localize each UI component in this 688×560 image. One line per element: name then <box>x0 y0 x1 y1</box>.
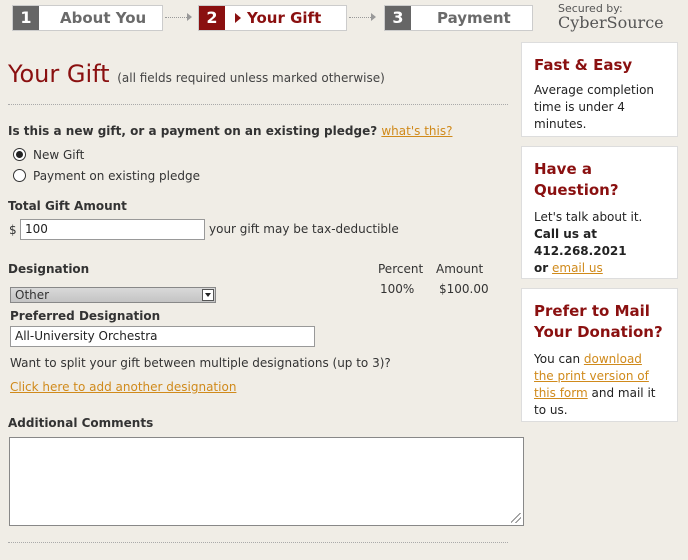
step-connector-arrow <box>371 13 376 21</box>
new-gift-radio[interactable] <box>13 148 26 161</box>
step-number: 2 <box>199 6 225 30</box>
mail-text-pre: You can <box>534 352 581 366</box>
step-label: Your Gift <box>247 9 322 27</box>
step-payment[interactable]: 3 Payment <box>384 5 533 31</box>
step-number: 1 <box>13 6 39 30</box>
call-us-text: Call us at 412.268.2021 <box>534 226 665 260</box>
gift-amount-label: Total Gift Amount <box>8 199 127 213</box>
whats-this-link[interactable]: what's this? <box>381 124 452 138</box>
fast-easy-box: Fast & Easy Average completion time is u… <box>521 42 678 137</box>
divider <box>8 104 508 105</box>
question-box: Have a Question? Let's talk about it. Ca… <box>521 146 678 279</box>
gift-type-question-text: Is this a new gift, or a payment on an e… <box>8 124 378 138</box>
add-designation-link[interactable]: Click here to add another designation <box>10 380 236 394</box>
step-label: Payment <box>437 9 511 27</box>
divider <box>8 542 508 543</box>
preferred-designation-input[interactable]: All-University Orchestra <box>10 326 315 347</box>
split-question: Want to split your gift between multiple… <box>10 356 391 370</box>
step-connector <box>165 17 187 18</box>
gift-type-question: Is this a new gift, or a payment on an e… <box>8 124 452 138</box>
designation-label: Designation <box>8 262 90 276</box>
required-note: (all fields required unless marked other… <box>117 71 385 85</box>
mail-donation-title: Prefer to Mail Your Donation? <box>534 302 663 341</box>
email-us-link[interactable]: email us <box>552 261 603 275</box>
mail-donation-box: Prefer to Mail Your Donation? You can do… <box>521 288 678 422</box>
resize-handle-icon[interactable] <box>511 513 521 523</box>
comments-label: Additional Comments <box>8 416 154 430</box>
new-gift-label: New Gift <box>33 148 85 162</box>
comments-textarea[interactable] <box>9 437 524 526</box>
chevron-down-icon[interactable] <box>202 289 214 301</box>
fast-easy-title: Fast & Easy <box>534 56 633 74</box>
question-title: Have a Question? <box>534 160 619 199</box>
step-connector-arrow <box>187 13 192 21</box>
cybersource-logo: CyberSource <box>558 13 664 32</box>
tax-deductible-note: your gift may be tax-deductible <box>209 222 399 236</box>
email-line: or email us <box>534 260 665 277</box>
step-label: About You <box>60 9 147 27</box>
designation-select-value: Other <box>15 288 50 302</box>
existing-pledge-label: Payment on existing pledge <box>33 169 200 183</box>
step-connector <box>349 17 371 18</box>
amount-header: Amount <box>436 262 484 276</box>
page-title-text: Your Gift <box>8 60 110 88</box>
step-about-you[interactable]: 1 About You <box>12 5 163 31</box>
call-us-phone: Call us at 412.268.2021 <box>534 227 627 258</box>
mail-donation-text: You can download the print version of th… <box>534 351 665 419</box>
existing-pledge-radio[interactable] <box>13 169 26 182</box>
step-your-gift[interactable]: 2 Your Gift <box>198 5 347 31</box>
preferred-designation-label: Preferred Designation <box>10 309 161 323</box>
fast-easy-text: Average completion time is under 4 minut… <box>534 83 655 131</box>
question-line: Let's talk about it. <box>534 210 643 224</box>
percent-header: Percent <box>378 262 424 276</box>
currency-symbol: $ <box>9 223 17 237</box>
designation-select[interactable]: Other <box>10 287 216 303</box>
or-text: or <box>534 261 549 275</box>
designation-amount: $100.00 <box>439 282 489 296</box>
designation-percent: 100% <box>380 282 415 296</box>
page-title: Your Gift (all fields required unless ma… <box>8 60 385 88</box>
current-step-arrow-icon <box>235 13 241 23</box>
step-number: 3 <box>385 6 411 30</box>
gift-amount-input[interactable]: 100 <box>20 219 205 240</box>
